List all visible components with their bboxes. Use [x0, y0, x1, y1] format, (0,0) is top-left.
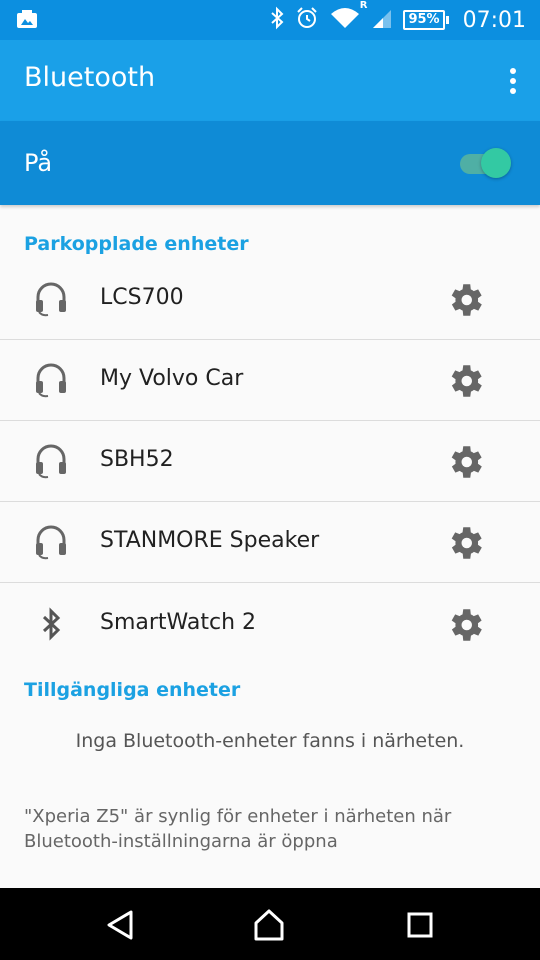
recents-icon[interactable] [403, 908, 437, 942]
gear-icon[interactable] [444, 279, 486, 321]
device-name: My Volvo Car [100, 366, 244, 391]
device-row-stanmore-speaker[interactable]: STANMORE Speaker [0, 502, 540, 583]
overflow-menu-icon[interactable] [506, 66, 520, 96]
device-row-my-volvo-car[interactable]: My Volvo Car [0, 340, 540, 421]
gear-icon[interactable] [444, 441, 486, 483]
headset-icon [34, 524, 68, 560]
no-devices-message: Inga Bluetooth-enheter fanns i närheten. [75, 730, 465, 752]
device-row-lcs700[interactable]: LCS700 [0, 259, 540, 340]
toggle-label: På [24, 149, 53, 177]
bluetooth-icon [269, 6, 285, 34]
device-name: SBH52 [100, 447, 174, 472]
headset-icon [34, 362, 68, 398]
bluetooth-switch[interactable] [481, 148, 511, 178]
status-bar: R 95% 07:01 [0, 0, 540, 40]
device-name: SmartWatch 2 [100, 610, 257, 635]
paired-devices-header: Parkopplade enheter [24, 233, 249, 255]
home-icon[interactable] [252, 908, 286, 942]
bluetooth-toggle-bar[interactable]: På [0, 121, 540, 205]
device-name: LCS700 [100, 285, 184, 310]
bluetooth-icon [34, 606, 68, 642]
gear-icon[interactable] [444, 360, 486, 402]
navigation-bar [0, 888, 540, 960]
available-devices-header: Tillgängliga enheter [24, 679, 241, 701]
roaming-indicator: R [359, 0, 368, 11]
device-row-sbh52[interactable]: SBH52 [0, 421, 540, 502]
headset-icon [34, 281, 68, 317]
page-title: Bluetooth [24, 62, 156, 93]
photo-notification-icon [16, 8, 38, 34]
battery-icon: 95% [403, 10, 449, 30]
signal-icon [371, 6, 393, 34]
back-icon[interactable] [103, 908, 137, 942]
app-bar: Bluetooth [0, 40, 540, 121]
device-row-smartwatch-2[interactable]: SmartWatch 2 [0, 584, 540, 665]
gear-icon[interactable] [444, 522, 486, 564]
gear-icon[interactable] [444, 604, 486, 646]
alarm-icon [295, 6, 319, 34]
visibility-info: "Xperia Z5" är synlig för enheter i närh… [24, 806, 452, 852]
battery-level: 95% [408, 12, 440, 27]
wifi-icon: R [329, 0, 367, 34]
device-name: STANMORE Speaker [100, 528, 320, 553]
headset-icon [34, 443, 68, 479]
status-time: 07:01 [462, 7, 526, 33]
